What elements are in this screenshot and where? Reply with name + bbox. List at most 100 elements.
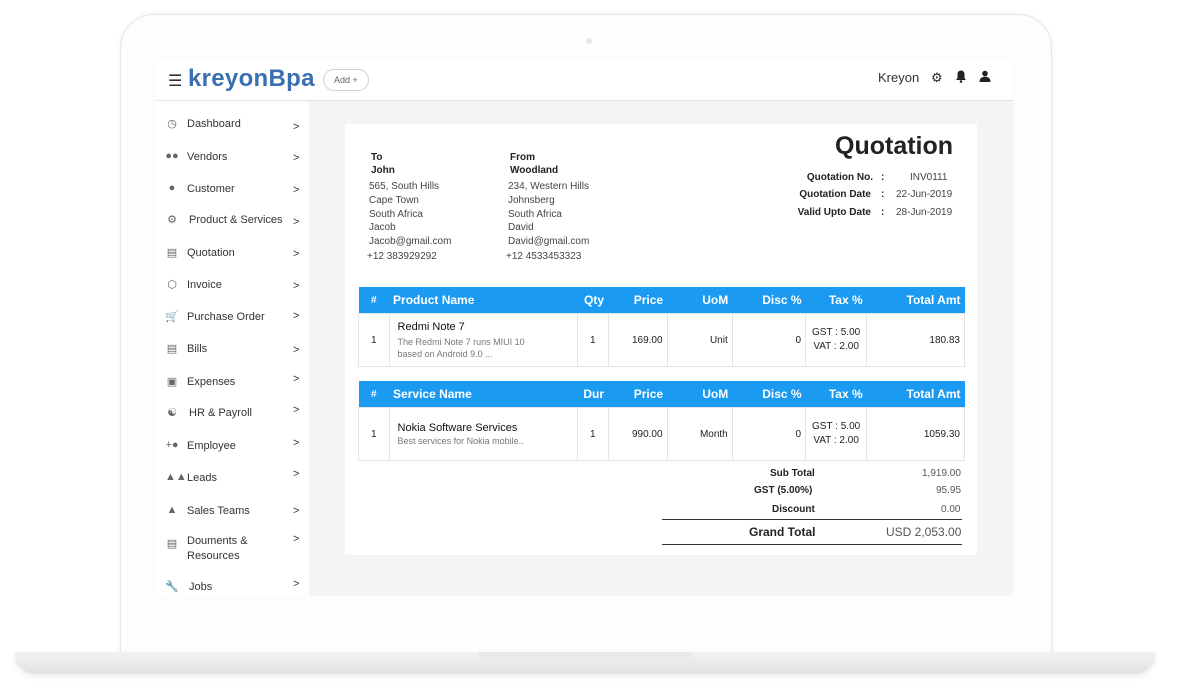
app-screen: ☰ kreyonBpa Add + Kreyon ⚙ ◷ Dashboard >… [157, 60, 1013, 596]
sidebar: ◷ Dashboard > ●● Vendors > ● Customer > … [157, 101, 309, 596]
cart-icon: 🛒 [165, 311, 179, 323]
from-contact-name: David [508, 222, 534, 233]
add-button[interactable]: Add + [323, 69, 369, 91]
column-header: UoM [667, 287, 733, 314]
qty-cell: 1 [576, 313, 609, 367]
service-name: Nokia Software Services [397, 421, 518, 434]
uom-cell: Month [666, 407, 733, 461]
discount-value: 0.00 [941, 504, 961, 515]
sidebar-item-label: Douments & [187, 535, 248, 547]
chevron-right-icon: > [293, 184, 300, 196]
to-address-line: 565, South Hills [369, 181, 440, 192]
logo[interactable]: kreyonBpa [188, 65, 315, 93]
price-cell: 990.00 [607, 407, 668, 461]
from-address-line: Johnsberg [508, 195, 555, 206]
leads-icon: ▲▲ [165, 471, 187, 483]
gear-icon[interactable]: ⚙ [931, 70, 943, 86]
quotation-icon: ▤ [166, 247, 178, 259]
meta-separator: : [881, 172, 885, 183]
chevron-right-icon: > [293, 344, 300, 356]
from-name: Woodland [510, 165, 559, 176]
sub-total-label: Sub Total [770, 468, 815, 479]
sidebar-item-label: Quotation [187, 247, 235, 259]
sales-teams-icon: ▲ [166, 504, 178, 516]
sidebar-item-label: Dashboard [187, 118, 241, 130]
to-email: Jacob@gmail.com [369, 236, 452, 247]
column-header: Price [608, 287, 668, 314]
laptop-notch [478, 652, 692, 660]
chevron-right-icon: > [293, 533, 300, 545]
from-address-line: South Africa [508, 209, 562, 220]
gst-total-value: 95.95 [936, 485, 962, 496]
bell-icon[interactable] [955, 70, 967, 86]
page-title: Quotation [835, 132, 954, 160]
column-header: Dur [577, 381, 608, 408]
gear-icon: ⚙ [167, 214, 177, 226]
gst-value: GST : 5.00 [812, 421, 861, 432]
chevron-right-icon: > [293, 437, 300, 449]
menu-icon[interactable]: ☰ [168, 71, 182, 91]
column-header: Total Amt [866, 287, 965, 314]
uom-cell: Unit [666, 313, 733, 367]
sidebar-item-label: Product & Services [189, 214, 283, 226]
column-header: Tax % [805, 381, 867, 408]
chevron-right-icon: > [293, 152, 300, 164]
hr-icon: ☯ [167, 407, 177, 419]
dur-cell: 1 [576, 407, 609, 461]
product-description: based on Android 9.0 ... [397, 348, 493, 359]
top-bar: ☰ kreyonBpa Add + Kreyon ⚙ [157, 60, 1013, 101]
column-header: UoM [667, 381, 733, 408]
column-header: Disc % [732, 381, 806, 408]
sidebar-item-label: Employee [187, 440, 236, 452]
user-name[interactable]: Kreyon [878, 70, 919, 85]
user-icon[interactable] [979, 70, 991, 85]
table-row[interactable]: 1 Redmi Note 7 The Redmi Note 7 runs MIU… [358, 313, 965, 367]
column-header: # [358, 381, 390, 408]
expenses-icon: ▣ [166, 376, 178, 388]
chevron-right-icon: > [293, 373, 300, 385]
camera [586, 38, 592, 44]
sidebar-item-label: Sales Teams [187, 505, 250, 517]
sub-total-value: 1,919.00 [922, 468, 961, 479]
column-header: # [358, 287, 390, 314]
quotation-no-label: Quotation No. [806, 172, 873, 183]
service-table: # Service Name Dur Price UoM Disc % Tax … [358, 381, 965, 461]
valid-upto-label: Valid Upto Date [797, 207, 871, 218]
total-cell: 1059.30 [866, 407, 965, 461]
column-header: Qty [577, 287, 608, 314]
to-name: John [371, 165, 395, 176]
price-cell: 169.00 [607, 313, 668, 367]
customer-icon: ● [168, 182, 176, 194]
chevron-right-icon: > [293, 578, 300, 590]
employee-icon: +● [165, 439, 179, 451]
product-name: Redmi Note 7 [397, 320, 465, 333]
divider [662, 544, 962, 545]
meta-separator: : [881, 189, 885, 200]
chevron-right-icon: > [293, 468, 300, 480]
chevron-right-icon: > [293, 280, 300, 292]
from-address-line: 234, Western Hills [508, 181, 589, 192]
quotation-no-value: INV0111 [910, 172, 948, 183]
chevron-right-icon: > [293, 248, 300, 260]
tax-cell: GST : 5.00 VAT : 2.00 [805, 407, 868, 461]
disc-cell: 0 [731, 313, 807, 367]
table-row[interactable]: 1 Nokia Software Services Best services … [358, 407, 965, 461]
sidebar-item-label: Jobs [189, 581, 213, 593]
sidebar-item-label: Bills [187, 343, 208, 355]
sidebar-item-label: HR & Payroll [189, 407, 252, 419]
divider [662, 519, 962, 520]
to-label: To [371, 152, 383, 163]
meta-separator: : [881, 207, 885, 218]
vat-value: VAT : 2.00 [813, 435, 859, 446]
product-table-header: # Product Name Qty Price UoM Disc % Tax … [358, 287, 965, 314]
dashboard-icon: ◷ [167, 118, 177, 130]
product-table: # Product Name Qty Price UoM Disc % Tax … [358, 287, 965, 367]
bills-icon: ▤ [166, 343, 178, 355]
row-number: 1 [358, 407, 390, 461]
product-description: The Redmi Note 7 runs MIUI 10 [397, 336, 525, 347]
sidebar-item-label: Invoice [187, 279, 222, 291]
sidebar-item-label: Customer [187, 183, 235, 195]
chevron-right-icon: > [293, 216, 300, 228]
sidebar-item-label: Expenses [187, 376, 236, 388]
column-header: Tax % [805, 287, 867, 314]
